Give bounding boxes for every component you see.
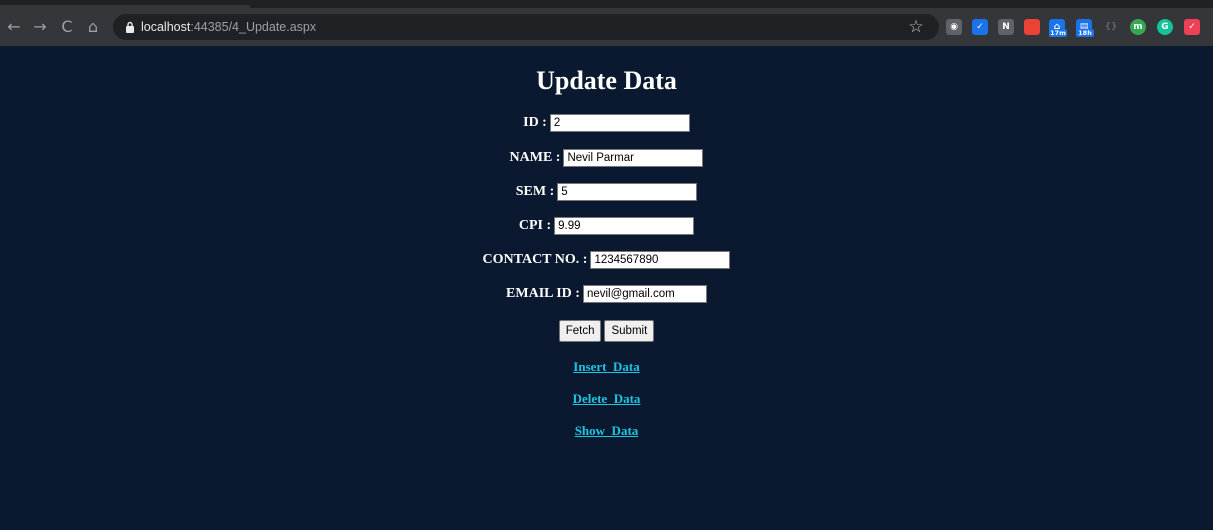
show-data-link[interactable]: Show_Data	[575, 423, 639, 438]
sem-row: SEM :	[0, 182, 1213, 202]
forward-arrow-icon[interactable]: →	[30, 17, 50, 37]
show-data-link-row: Show_Data	[0, 422, 1213, 440]
reload-icon[interactable]: C	[57, 17, 77, 37]
bookmark-red-icon[interactable]	[1024, 19, 1040, 35]
action-buttons: Fetch Submit	[0, 320, 1213, 342]
name-input[interactable]	[563, 149, 704, 167]
grammarly-icon[interactable]: G	[1157, 19, 1173, 35]
submit-button[interactable]: Submit	[604, 320, 655, 342]
page-title: Update Data	[536, 66, 677, 95]
home-icon[interactable]: ⌂	[83, 17, 103, 37]
sem-label: SEM :	[515, 184, 555, 199]
contact-label: CONTACT NO. :	[482, 252, 588, 267]
extension-badge: 17m	[1049, 29, 1067, 37]
pocket-icon[interactable]: ✓	[1184, 19, 1200, 35]
fetch-button[interactable]: Fetch	[558, 320, 602, 342]
bookmark-star-icon[interactable]: ☆	[906, 17, 926, 37]
extension-badge: 18h	[1076, 29, 1094, 37]
address-bar[interactable]: localhost:44385/4_Update.aspx	[113, 14, 939, 40]
lock-icon	[126, 21, 134, 33]
tab-strip	[0, 0, 1213, 8]
delete-data-link-row: Delete_Data	[0, 390, 1213, 408]
id-input[interactable]	[549, 114, 690, 132]
id-label: ID :	[523, 115, 547, 130]
page-content: Update Data ID : NAME : SEM : CPI : CONT…	[0, 46, 1213, 530]
back-arrow-icon[interactable]: ←	[4, 17, 24, 37]
code-brackets-icon[interactable]: {}	[1103, 19, 1119, 35]
cpi-input[interactable]	[554, 217, 695, 235]
house-icon[interactable]: ⌂ 17m	[1049, 19, 1067, 37]
checkbox-icon[interactable]: ✓	[972, 19, 988, 35]
browser-toolbar: ← → C ⌂ localhost:44385/4_Update.aspx ☆ …	[0, 8, 1213, 46]
cpi-row: CPI :	[0, 216, 1213, 236]
m-circle-icon[interactable]: m	[1130, 19, 1146, 35]
name-row: NAME :	[0, 148, 1213, 168]
notion-icon[interactable]: N	[998, 19, 1014, 35]
url-text: localhost:44385/4_Update.aspx	[141, 14, 316, 40]
insert-data-link-row: Insert_Data	[0, 358, 1213, 376]
insert-data-link[interactable]: Insert_Data	[573, 359, 639, 374]
calendar-icon[interactable]: ▤ 18h	[1076, 19, 1094, 37]
sem-input[interactable]	[557, 183, 698, 201]
cpi-label: CPI :	[518, 218, 552, 233]
id-row: ID :	[0, 113, 1213, 133]
location-pin-icon[interactable]: ◉	[946, 19, 962, 35]
email-row: EMAIL ID :	[0, 284, 1213, 304]
name-label: NAME :	[509, 150, 561, 165]
email-input[interactable]	[582, 285, 707, 303]
contact-input[interactable]	[590, 251, 731, 269]
contact-row: CONTACT NO. :	[0, 250, 1213, 270]
email-label: EMAIL ID :	[506, 286, 580, 301]
delete-data-link[interactable]: Delete_Data	[573, 391, 641, 406]
url-path: :44385/4_Update.aspx	[190, 20, 317, 34]
url-host: localhost	[141, 20, 191, 34]
